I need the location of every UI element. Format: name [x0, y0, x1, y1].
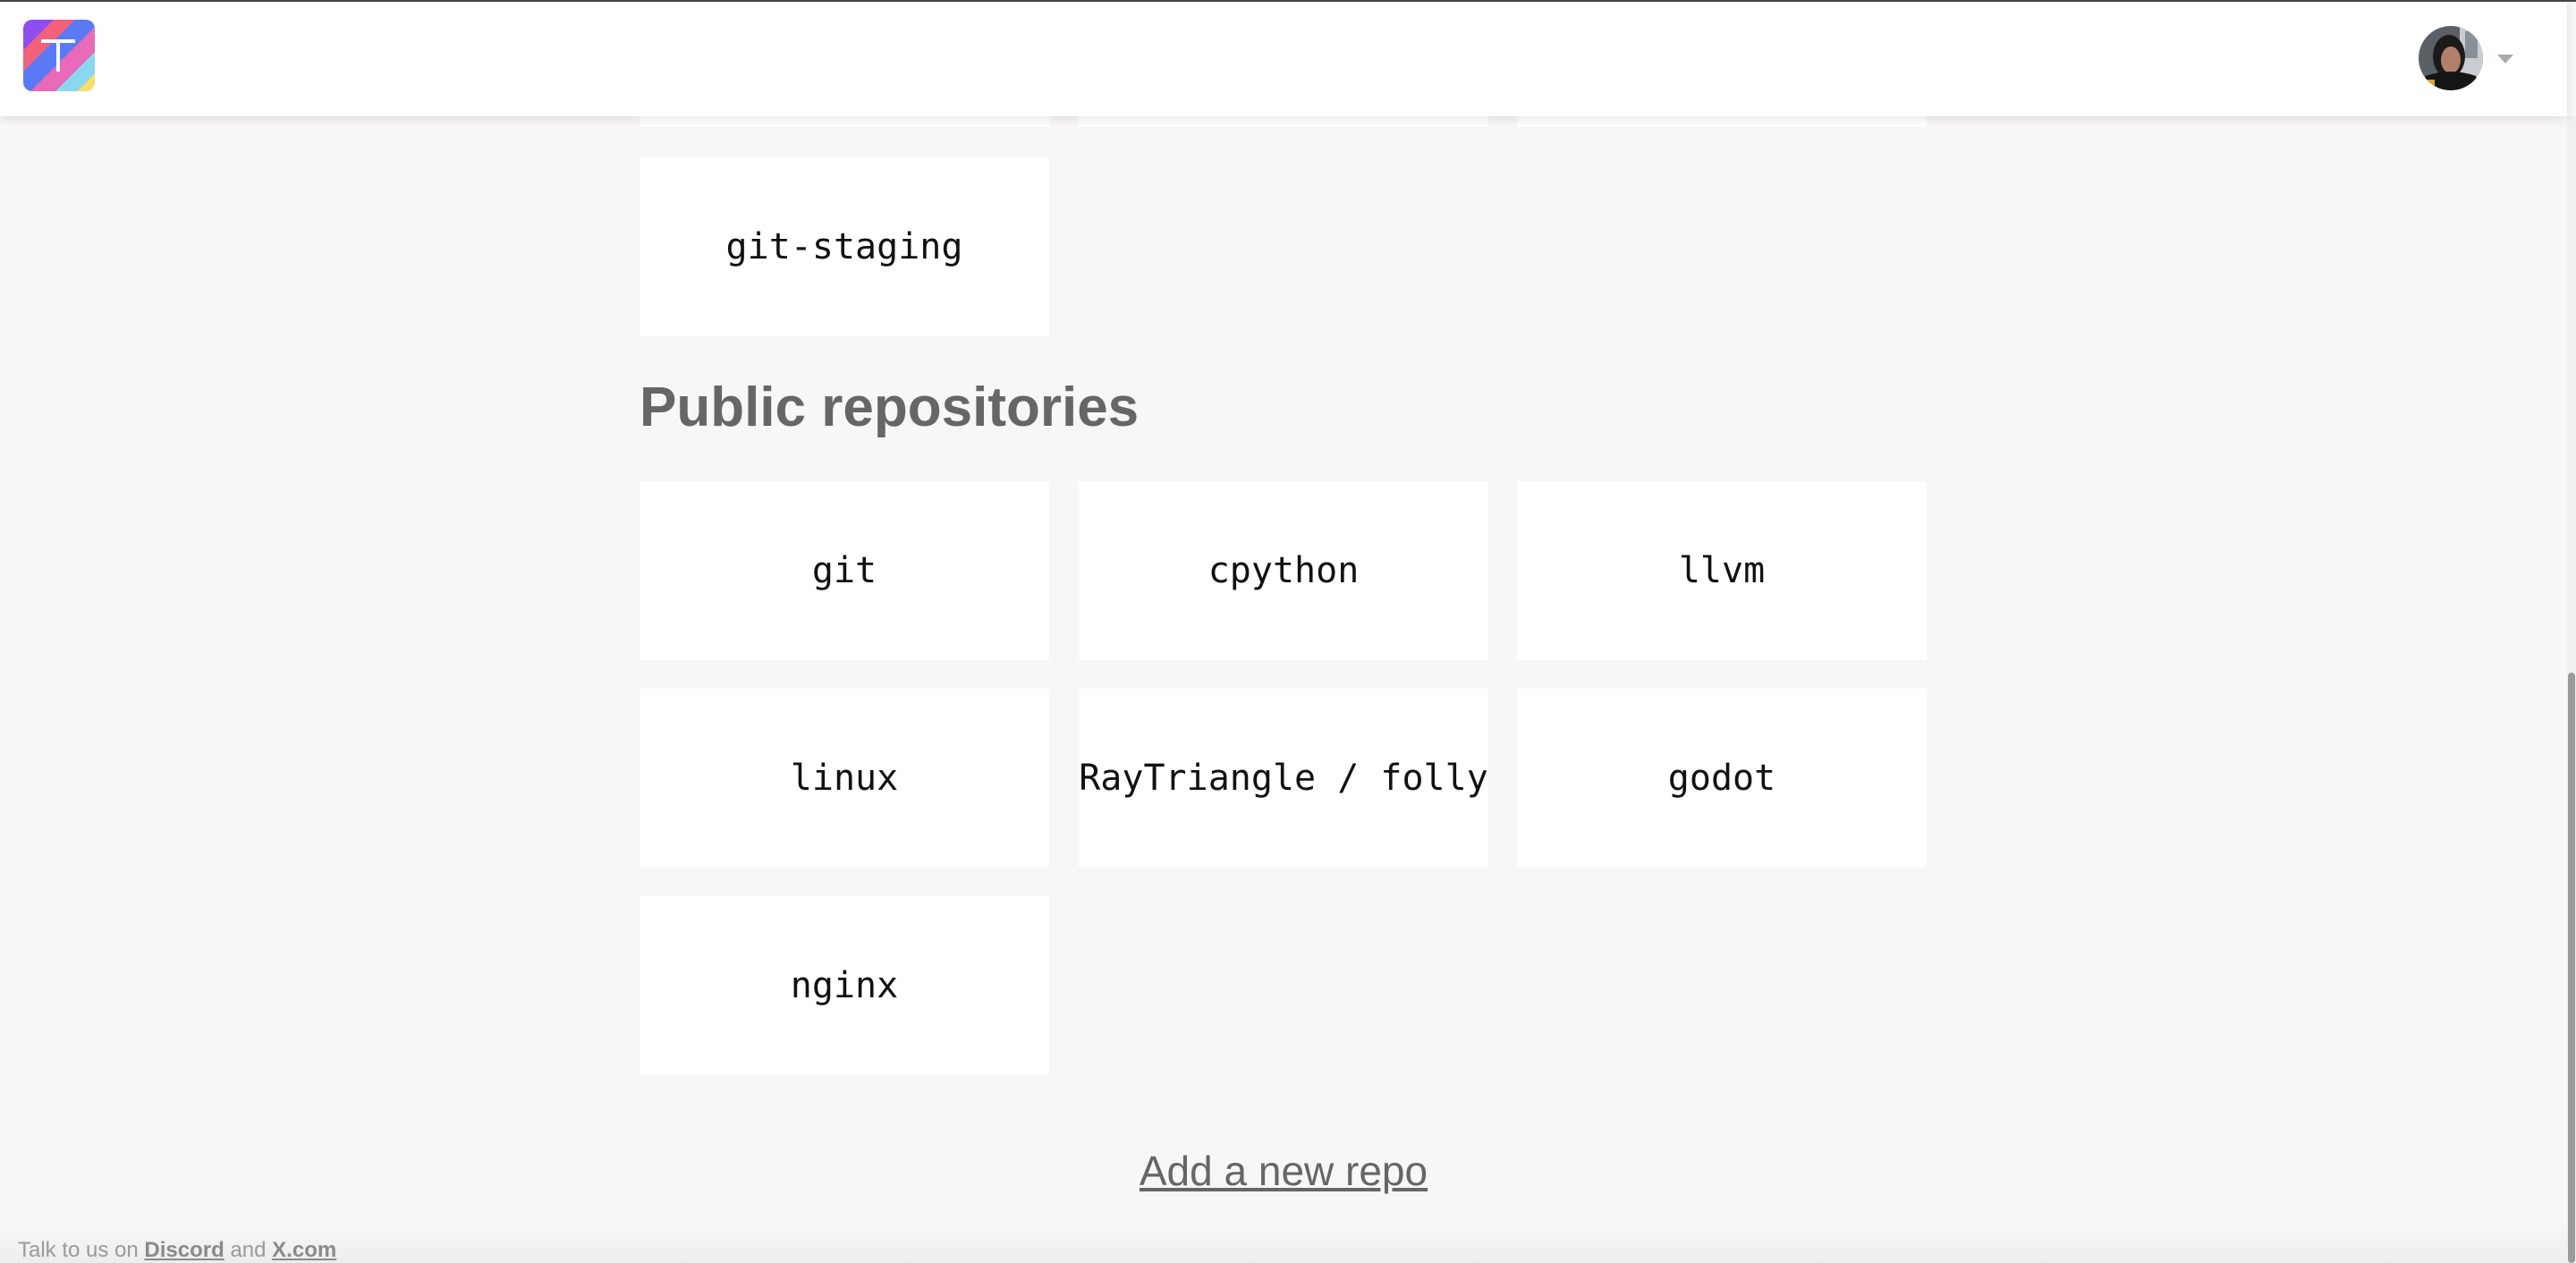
repo-name: git: [811, 550, 877, 591]
scrollbar-thumb[interactable]: [2568, 673, 2575, 1263]
repo-name: godot: [1667, 758, 1776, 799]
footer-middle: and: [224, 1238, 273, 1262]
repo-card-nginx[interactable]: nginx: [640, 896, 1049, 1075]
repo-card-cpython[interactable]: cpython: [1079, 481, 1488, 660]
repo-name: git-staging: [725, 226, 963, 267]
footer-contact: Talk to us on Discord and X.com: [18, 1238, 336, 1263]
avatar[interactable]: [2419, 26, 2483, 90]
add-new-repo-link[interactable]: Add a new repo: [1140, 1148, 1428, 1194]
app-logo-icon[interactable]: [23, 20, 95, 91]
x-com-link[interactable]: X.com: [272, 1238, 336, 1262]
chevron-down-icon[interactable]: [2497, 55, 2513, 64]
window-top-border: [0, 0, 2576, 2]
section-title-public-repositories: Public repositories: [640, 377, 1140, 438]
repo-card-git-staging[interactable]: git-staging: [640, 157, 1049, 336]
repo-card-git[interactable]: git: [640, 481, 1049, 660]
repo-name: cpython: [1208, 550, 1360, 591]
repo-name: linux: [790, 758, 899, 799]
footer-prefix: Talk to us on: [18, 1238, 145, 1262]
repo-name: RayTriangle / folly: [1079, 758, 1488, 799]
repo-name: llvm: [1678, 550, 1766, 591]
repo-card-llvm[interactable]: llvm: [1517, 481, 1927, 660]
footer-fade: [0, 1225, 2567, 1263]
repo-card-folly[interactable]: RayTriangle / folly: [1079, 689, 1488, 868]
repo-name: nginx: [790, 965, 899, 1006]
discord-link[interactable]: Discord: [144, 1238, 224, 1262]
add-repo-container: Add a new repo: [0, 1147, 2567, 1195]
user-menu[interactable]: [2419, 26, 2513, 92]
repo-card-godot[interactable]: godot: [1517, 689, 1927, 868]
page: git-staging Public repositories git cpyt…: [0, 0, 2576, 1263]
top-header: [0, 2, 2567, 116]
main-content: git-staging Public repositories git cpyt…: [0, 0, 2576, 1263]
repo-card-linux[interactable]: linux: [640, 689, 1049, 868]
